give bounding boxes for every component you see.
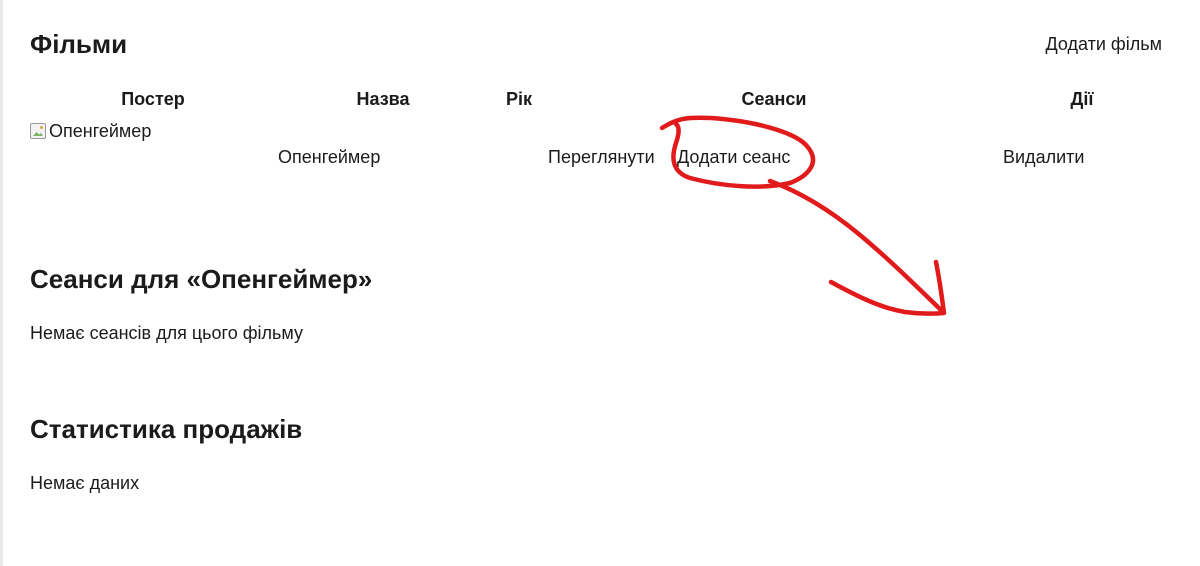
poster-alt-text: Опенгеймер bbox=[49, 121, 152, 141]
column-header-poster: Постер bbox=[121, 89, 185, 109]
column-header-actions: Дії bbox=[1070, 89, 1094, 109]
add-film-link[interactable]: Додати фільм bbox=[1046, 33, 1163, 55]
admin-page: Фільми Додати фільм Постер Назва Рік Сеа… bbox=[30, 0, 1170, 566]
column-header-sessions: Сеанси bbox=[741, 89, 807, 109]
left-border bbox=[0, 0, 3, 566]
delete-film-button[interactable]: Видалити bbox=[1003, 146, 1084, 168]
view-sessions-button[interactable]: Переглянути bbox=[548, 146, 655, 168]
broken-image-icon bbox=[30, 123, 46, 139]
film-poster: Опенгеймер bbox=[30, 120, 151, 142]
column-header-year: Рік bbox=[505, 89, 532, 109]
sessions-empty-message: Немає сеансів для цього фільму bbox=[30, 323, 304, 343]
sales-stats-empty-message: Немає даних bbox=[30, 473, 140, 493]
films-heading: Фільми bbox=[30, 29, 128, 59]
column-header-title: Назва bbox=[356, 89, 410, 109]
add-session-button[interactable]: Додати сеанс bbox=[677, 146, 790, 168]
film-title-cell: Опенгеймер bbox=[278, 147, 381, 167]
sales-stats-heading: Статистика продажів bbox=[30, 414, 303, 444]
sessions-heading: Сеанси для «Опенгеймер» bbox=[30, 264, 373, 294]
